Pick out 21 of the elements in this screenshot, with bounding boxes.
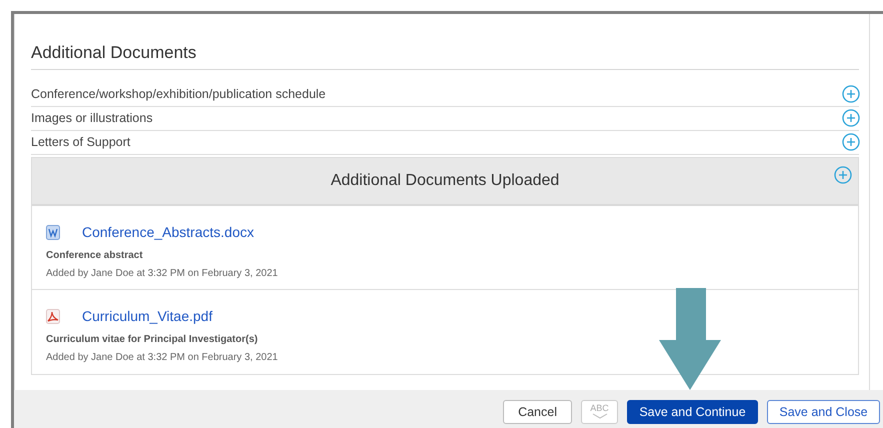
- panel-title: Additional Documents Uploaded: [330, 170, 560, 190]
- check-icon: [592, 413, 608, 419]
- cancel-button[interactable]: Cancel: [503, 400, 572, 424]
- save-and-continue-button[interactable]: Save and Continue: [627, 400, 758, 424]
- document-type-label: Conference/workshop/exhibition/publication schedule: [31, 86, 326, 103]
- file-description: Conference abstract: [46, 248, 144, 262]
- section-title: Additional Documents: [31, 40, 859, 70]
- add-icon[interactable]: [842, 109, 860, 127]
- file-added-info: Added by Jane Doe at 3:32 PM on February 3, 2021: [46, 266, 279, 280]
- add-icon[interactable]: [842, 133, 860, 151]
- save-and-close-button[interactable]: Save and Close: [767, 400, 880, 424]
- document-type-label: Letters of Support: [31, 134, 130, 151]
- file-link[interactable]: Conference_Abstracts.docx: [82, 222, 254, 242]
- add-icon[interactable]: [842, 85, 860, 103]
- file-description: Curriculum vitae for Principal Investigator(s): [46, 332, 259, 346]
- word-document-icon: [46, 224, 60, 240]
- document-type-label: Images or illustrations: [31, 110, 153, 127]
- file-added-info: Added by Jane Doe at 3:32 PM on February 3, 2021: [46, 350, 279, 364]
- pdf-file-icon: [46, 308, 60, 324]
- file-link[interactable]: Curriculum_Vitae.pdf: [82, 306, 212, 326]
- add-icon[interactable]: [834, 166, 852, 184]
